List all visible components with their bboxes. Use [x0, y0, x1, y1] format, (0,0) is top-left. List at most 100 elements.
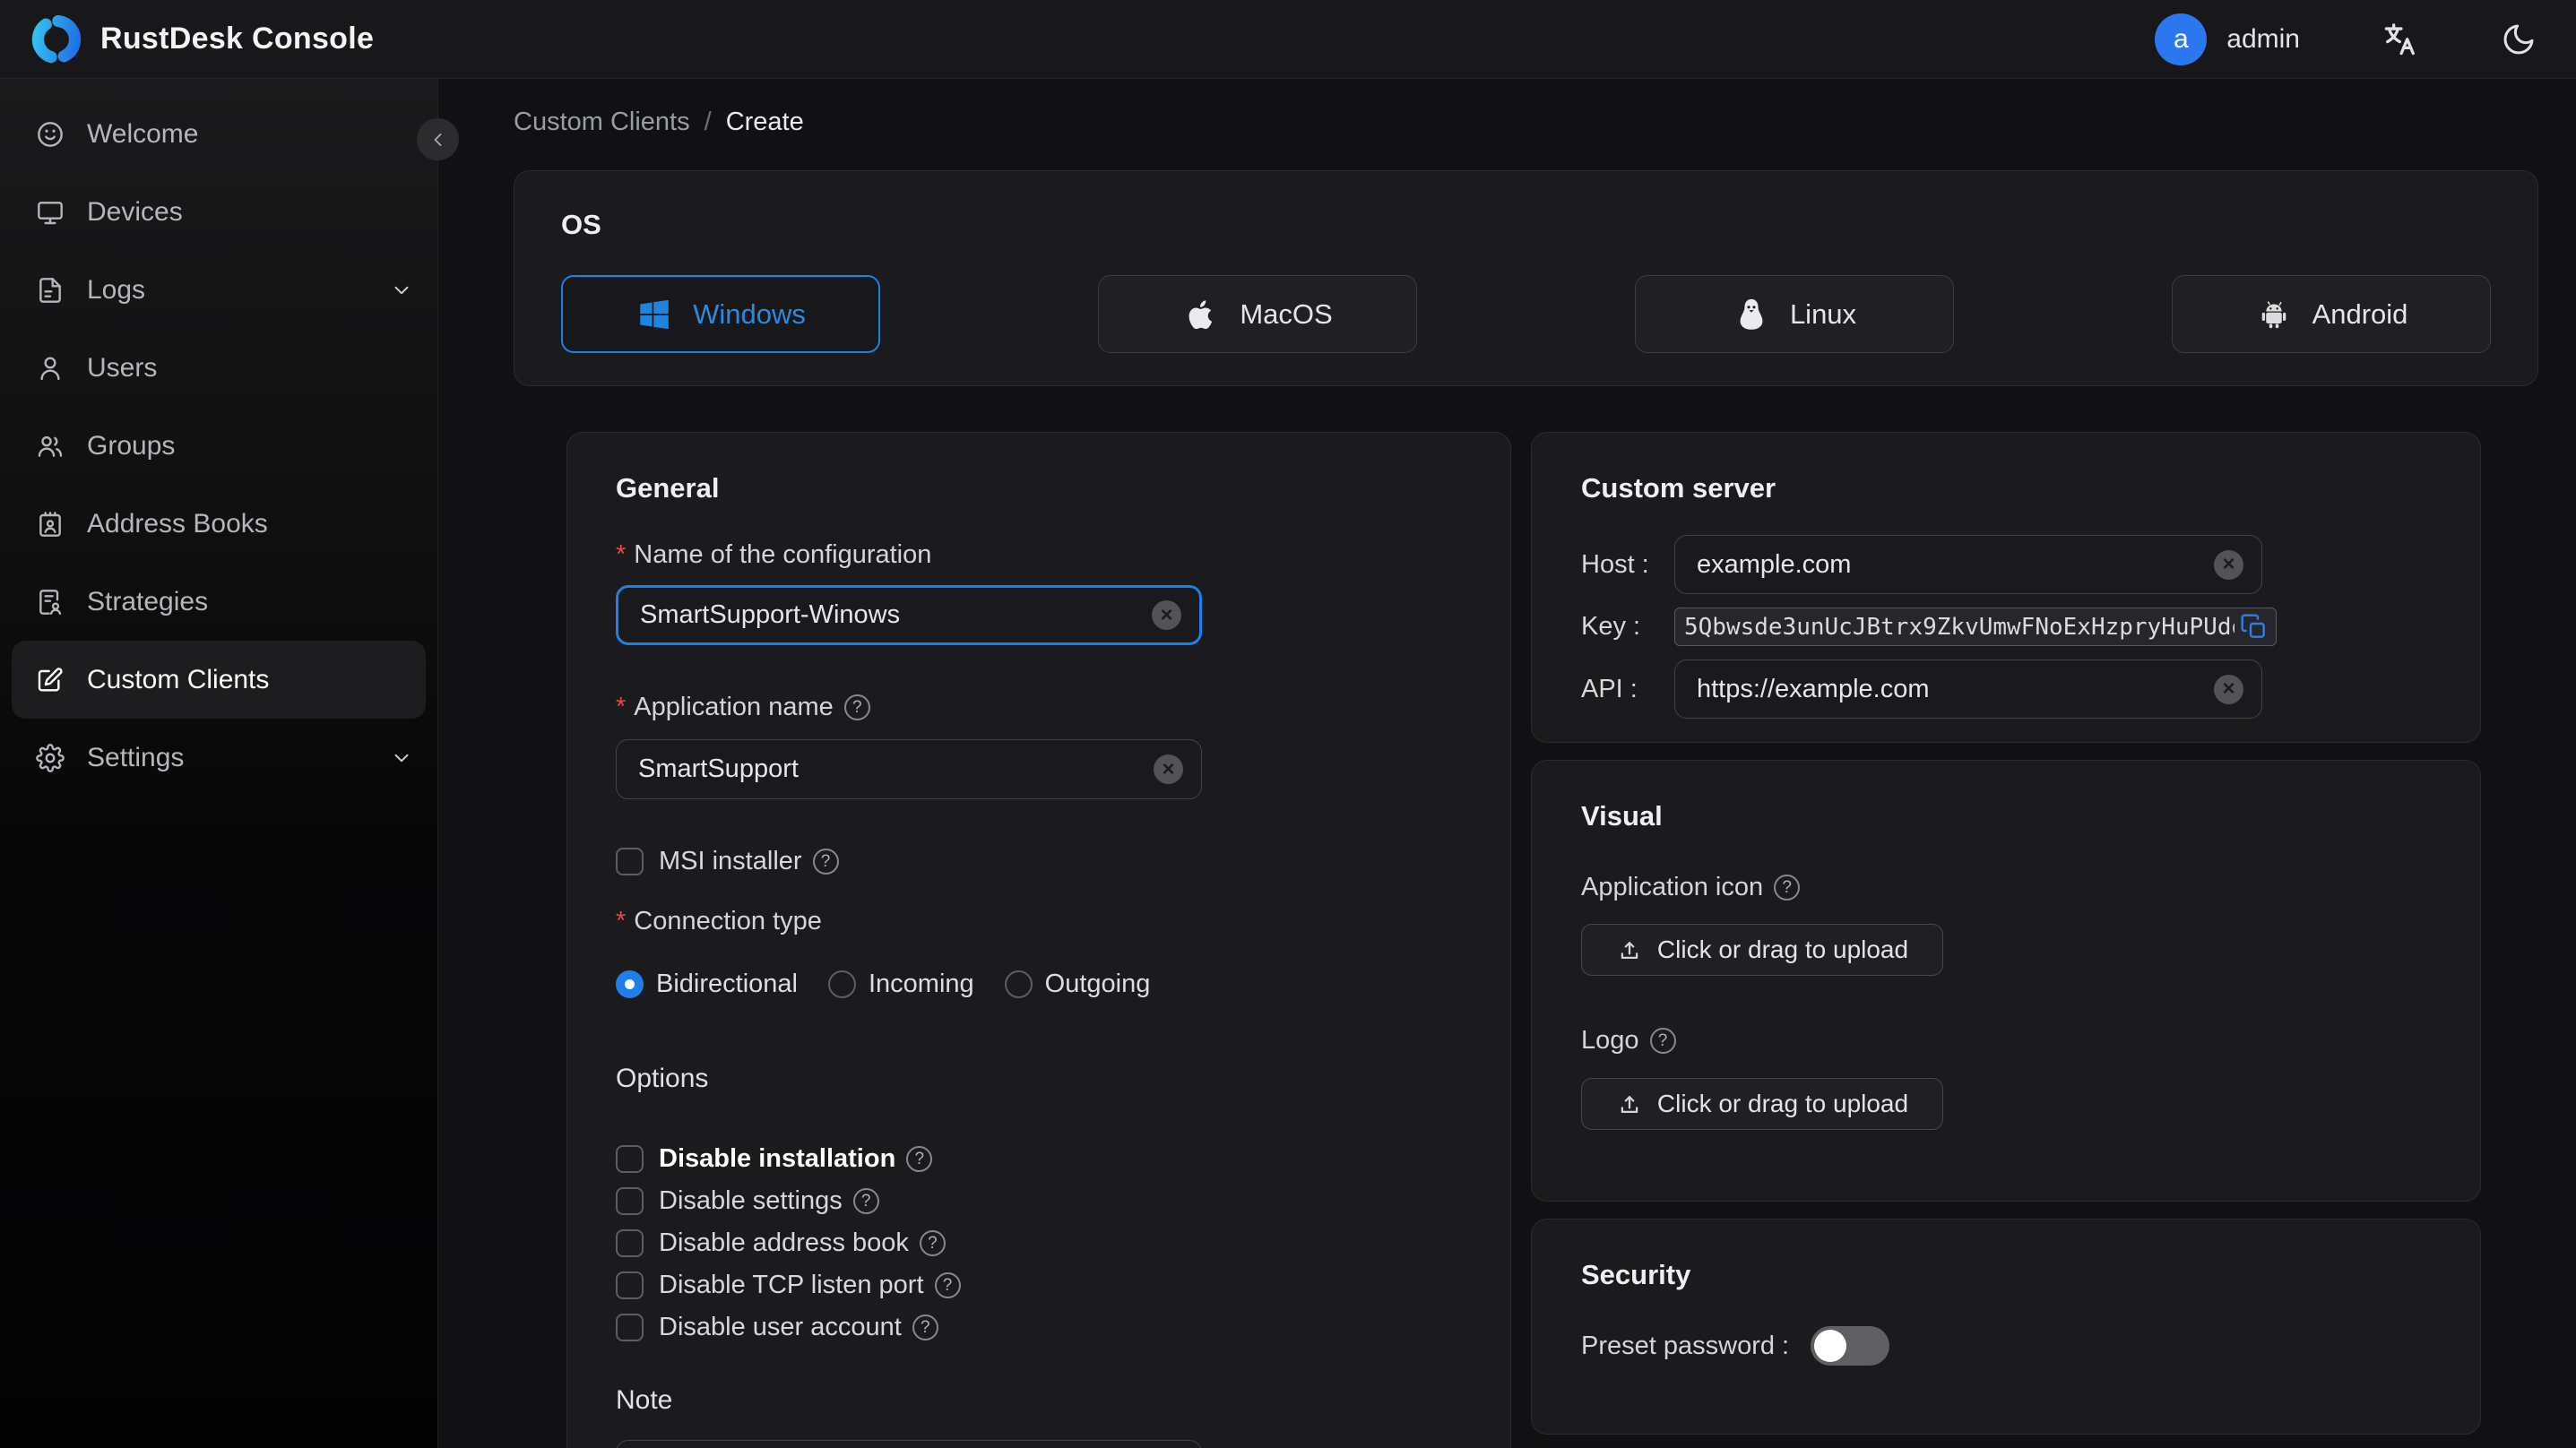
msi-installer-checkbox[interactable] [616, 848, 644, 875]
sidebar-item-groups[interactable]: Groups [12, 407, 426, 485]
api-input[interactable]: https://example.com × [1674, 659, 2262, 719]
main-content: Custom Clients / Create OS Windows MacOS [439, 79, 2576, 1448]
preset-password-label: Preset password : [1581, 1331, 1790, 1360]
key-field[interactable]: 5Qbwsde3unUcJBtrx9ZkvUmwFNoExHzpryHuPUdq… [1674, 608, 2277, 646]
help-icon[interactable]: ? [912, 1314, 938, 1340]
security-title: Security [1581, 1259, 1691, 1290]
os-option-linux[interactable]: Linux [1635, 275, 1954, 353]
help-icon[interactable]: ? [1649, 1028, 1676, 1054]
disable-settings-checkbox[interactable] [616, 1187, 644, 1215]
sidebar-collapse-button[interactable] [417, 118, 459, 160]
disable-user-account-checkbox[interactable] [616, 1314, 644, 1341]
breadcrumb-parent-link[interactable]: Custom Clients [514, 108, 690, 137]
config-name-input[interactable]: SmartSupport-Winows × [616, 585, 1202, 645]
connection-type-options: Bidirectional Incoming Outgoing [616, 970, 1462, 999]
sidebar-item-custom-clients[interactable]: Custom Clients [12, 641, 426, 719]
disable-tcp-listen-port-checkbox[interactable] [616, 1271, 644, 1299]
config-name-label: * Name of the configuration [616, 540, 932, 569]
os-option-macos[interactable]: MacOS [1098, 275, 1417, 353]
disable-settings-row: Disable settings ? [616, 1186, 1462, 1216]
smiley-icon [36, 120, 65, 149]
sidebar-item-label: Users [87, 352, 158, 383]
logo-upload-button[interactable]: Click or drag to upload [1581, 1078, 1943, 1130]
general-section-title: General [616, 472, 720, 504]
msi-installer-row: MSI installer ? [616, 847, 1462, 876]
radio-outgoing[interactable]: Outgoing [1004, 970, 1150, 999]
help-icon[interactable]: ? [919, 1230, 946, 1256]
host-label: Host : [1581, 549, 1649, 579]
os-option-label: Windows [693, 297, 806, 330]
toggle-knob [1814, 1330, 1847, 1362]
radio-bidirectional[interactable]: Bidirectional [616, 970, 798, 999]
clear-icon[interactable]: × [1152, 600, 1181, 630]
strategy-icon [36, 588, 65, 616]
required-marker: * [616, 693, 627, 721]
help-icon[interactable]: ? [1774, 875, 1801, 901]
sidebar-item-label: Address Books [87, 508, 268, 539]
clear-icon[interactable]: × [1154, 754, 1183, 784]
radio-icon [1004, 970, 1033, 998]
radio-icon [827, 970, 856, 998]
help-icon[interactable]: ? [852, 1188, 879, 1214]
os-option-label: Linux [1789, 297, 1857, 330]
msi-installer-label: MSI installer [659, 847, 802, 875]
help-icon[interactable]: ? [934, 1272, 961, 1298]
disable-installation-checkbox[interactable] [616, 1145, 644, 1173]
dark-mode-toggle-icon[interactable] [2501, 22, 2537, 57]
application-name-label: * Application name ? [616, 693, 1462, 722]
os-section: OS Windows MacOS Linux Android [514, 170, 2538, 386]
api-row: API : https://example.com × [1581, 659, 2431, 719]
help-icon[interactable]: ? [812, 849, 839, 875]
disable-user-account-label: Disable user account [659, 1313, 902, 1341]
apple-icon [1182, 296, 1220, 333]
application-name-value: SmartSupport [638, 754, 799, 783]
custom-server-title: Custom server [1581, 472, 1776, 504]
os-option-android[interactable]: Android [2172, 275, 2491, 353]
users-icon [36, 432, 65, 461]
copy-icon[interactable] [2240, 613, 2269, 642]
application-name-input[interactable]: SmartSupport × [616, 739, 1202, 799]
sidebar-item-label: Custom Clients [87, 664, 270, 694]
application-icon-upload-button[interactable]: Click or drag to upload [1581, 924, 1943, 976]
config-name-value: SmartSupport-Winows [640, 600, 901, 629]
upload-icon [1616, 936, 1643, 963]
help-icon[interactable]: ? [906, 1146, 933, 1172]
sidebar-item-label: Welcome [87, 118, 199, 149]
avatar[interactable]: a [2155, 13, 2208, 65]
radio-incoming[interactable]: Incoming [827, 970, 974, 999]
os-option-label: MacOS [1240, 297, 1333, 330]
api-value: https://example.com [1697, 674, 1930, 703]
monitor-icon [36, 198, 65, 227]
radio-icon [616, 970, 644, 998]
sidebar-item-settings[interactable]: Settings [12, 719, 426, 797]
preset-password-toggle[interactable] [1811, 1326, 1890, 1366]
disable-address-book-checkbox[interactable] [616, 1229, 644, 1257]
translate-icon[interactable] [2381, 20, 2420, 59]
clear-icon[interactable]: × [2214, 549, 2243, 580]
os-option-label: Android [2312, 297, 2408, 330]
disable-settings-label: Disable settings [659, 1186, 843, 1215]
help-icon[interactable]: ? [843, 694, 870, 720]
clear-icon[interactable]: × [2214, 674, 2243, 704]
sidebar-item-address-books[interactable]: Address Books [12, 485, 426, 563]
sidebar-item-label: Logs [87, 274, 146, 305]
sidebar-item-welcome[interactable]: Welcome [12, 95, 426, 173]
sidebar-item-users[interactable]: Users [12, 329, 426, 407]
security-section: Security Preset password : [1531, 1219, 2481, 1435]
sidebar-item-logs[interactable]: Logs [12, 251, 426, 329]
disable-tcp-listen-port-row: Disable TCP listen port ? [616, 1271, 1462, 1300]
note-textarea[interactable] [616, 1440, 1202, 1448]
windows-icon [635, 296, 673, 333]
os-option-windows[interactable]: Windows [561, 275, 880, 353]
connection-type-label: * Connection type [616, 907, 822, 935]
sidebar-item-strategies[interactable]: Strategies [12, 563, 426, 641]
host-row: Host : example.com × [1581, 535, 2431, 594]
host-input[interactable]: example.com × [1674, 535, 2262, 594]
general-section: General * Name of the configuration Smar… [566, 432, 1511, 1448]
disable-address-book-row: Disable address book ? [616, 1228, 1462, 1258]
sidebar-item-label: Strategies [87, 586, 209, 616]
note-label: Note [616, 1385, 673, 1415]
sidebar-item-devices[interactable]: Devices [12, 173, 426, 251]
disable-installation-row: Disable installation ? [616, 1144, 1462, 1174]
chevron-down-icon [390, 279, 413, 302]
